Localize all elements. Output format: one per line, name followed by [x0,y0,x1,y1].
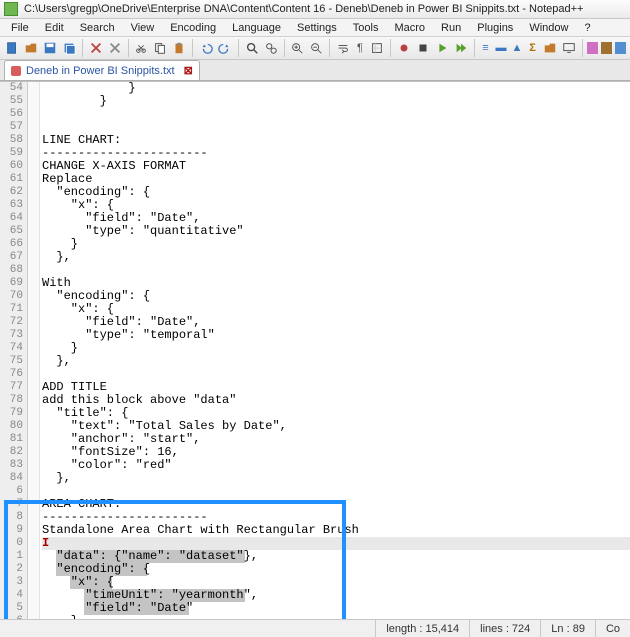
replace-icon[interactable] [263,39,279,57]
menu-view[interactable]: View [124,20,162,36]
status-ln: Ln : 89 [540,620,595,637]
menu-macro[interactable]: Macro [387,20,432,36]
undo-icon[interactable] [198,39,214,57]
cut-icon[interactable] [133,39,149,57]
menu-file[interactable]: File [4,20,36,36]
macro-play-icon[interactable] [434,39,450,57]
status-col: Co [595,620,630,637]
status-bar: length : 15,414 lines : 724 Ln : 89 Co [0,619,630,637]
new-file-icon[interactable] [4,39,20,57]
macro-record-icon[interactable] [396,39,412,57]
plugin-2-icon[interactable] [601,42,612,54]
indent-guide-icon[interactable] [369,39,385,57]
tab-label: Deneb in Power BI Snippits.txt [26,65,175,77]
editor[interactable]: 5455565758596061626364656667686970717273… [0,81,630,619]
app-icon [4,2,18,16]
close-all-icon[interactable] [107,39,123,57]
menu-search[interactable]: Search [73,20,122,36]
status-lines: lines : 724 [469,620,540,637]
tab-file-icon [11,66,21,76]
toggle-1-icon[interactable]: ≡ [479,39,491,57]
title-bar: C:\Users\gregp\OneDrive\Enterprise DNA\C… [0,0,630,19]
menu-run[interactable]: Run [434,20,468,36]
wordwrap-icon[interactable] [335,39,351,57]
plugin-3-icon[interactable] [615,42,626,54]
folder-icon[interactable] [542,39,558,57]
window-title: C:\Users\gregp\OneDrive\Enterprise DNA\C… [24,3,583,15]
tab-bar: Deneb in Power BI Snippits.txt ⊠ [0,60,630,81]
menu-settings[interactable]: Settings [290,20,344,36]
monitor-icon[interactable] [561,39,577,57]
save-all-icon[interactable] [61,39,77,57]
zoom-out-icon[interactable] [308,39,324,57]
tab-close-icon[interactable]: ⊠ [184,64,193,77]
menu-window[interactable]: Window [522,20,575,36]
func-list-icon[interactable]: Σ [526,39,538,57]
toolbar: ¶ ≡ ▬ ▲ Σ [0,37,630,60]
editor-tab[interactable]: Deneb in Power BI Snippits.txt ⊠ [4,60,200,80]
menu-encoding[interactable]: Encoding [163,20,223,36]
menu-tools[interactable]: Tools [346,20,386,36]
menu-[interactable]: ? [577,20,597,36]
menu-edit[interactable]: Edit [38,20,71,36]
zoom-in-icon[interactable] [289,39,305,57]
close-icon[interactable] [88,39,104,57]
macro-stop-icon[interactable] [415,39,431,57]
paste-icon[interactable] [171,39,187,57]
redo-icon[interactable] [217,39,233,57]
find-icon[interactable] [244,39,260,57]
plugin-1-icon[interactable] [587,42,598,54]
open-file-icon[interactable] [23,39,39,57]
code-area[interactable]: } }LINE CHART:-----------------------CHA… [40,82,630,619]
menu-plugins[interactable]: Plugins [470,20,520,36]
status-file-type [0,620,375,637]
status-length: length : 15,414 [375,620,469,637]
show-all-chars-icon[interactable]: ¶ [354,39,366,57]
toggle-3-icon[interactable]: ▲ [511,39,524,57]
fold-column [28,82,40,619]
toggle-2-icon[interactable]: ▬ [495,39,508,57]
line-number-gutter: 5455565758596061626364656667686970717273… [0,82,28,619]
save-icon[interactable] [42,39,58,57]
copy-icon[interactable] [152,39,168,57]
menu-bar: FileEditSearchViewEncodingLanguageSettin… [0,19,630,37]
macro-play-multi-icon[interactable] [453,39,469,57]
menu-language[interactable]: Language [225,20,288,36]
